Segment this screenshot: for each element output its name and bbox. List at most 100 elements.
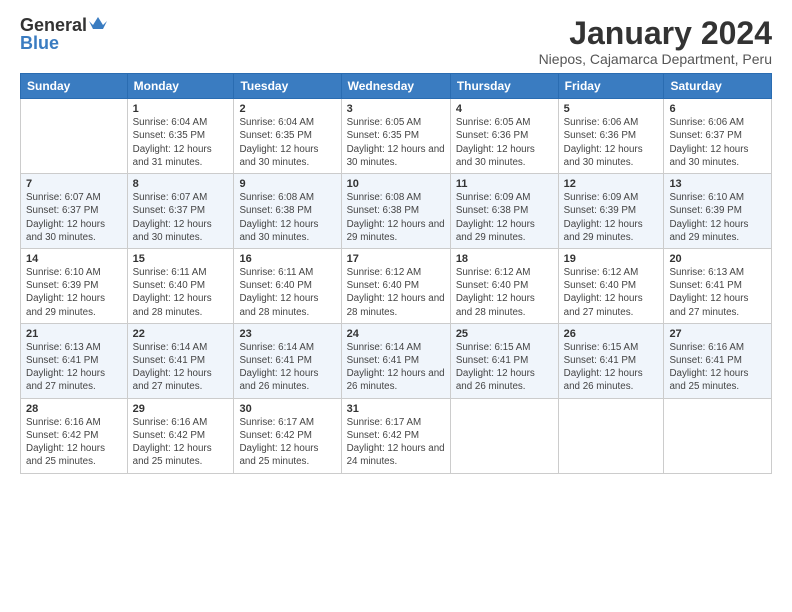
table-row bbox=[558, 398, 664, 473]
day-info: Sunrise: 6:12 AM Sunset: 6:40 PM Dayligh… bbox=[456, 266, 553, 319]
page: General Blue January 2024 Niepos, Cajama… bbox=[0, 0, 792, 612]
sunrise-text: Sunrise: 6:12 AM bbox=[456, 266, 553, 279]
table-row: 21 Sunrise: 6:13 AM Sunset: 6:41 PM Dayl… bbox=[21, 323, 128, 398]
table-row: 12 Sunrise: 6:09 AM Sunset: 6:39 PM Dayl… bbox=[558, 174, 664, 249]
day-info: Sunrise: 6:08 AM Sunset: 6:38 PM Dayligh… bbox=[347, 191, 445, 244]
table-row: 20 Sunrise: 6:13 AM Sunset: 6:41 PM Dayl… bbox=[664, 248, 772, 323]
day-number: 29 bbox=[133, 403, 229, 415]
day-number: 31 bbox=[347, 403, 445, 415]
day-number: 27 bbox=[669, 328, 766, 340]
day-info: Sunrise: 6:16 AM Sunset: 6:42 PM Dayligh… bbox=[133, 416, 229, 469]
day-number: 28 bbox=[26, 403, 122, 415]
day-number: 2 bbox=[239, 103, 335, 115]
day-number: 7 bbox=[26, 178, 122, 190]
table-row: 7 Sunrise: 6:07 AM Sunset: 6:37 PM Dayli… bbox=[21, 174, 128, 249]
sunrise-text: Sunrise: 6:13 AM bbox=[669, 266, 766, 279]
day-number: 9 bbox=[239, 178, 335, 190]
calendar-week-row: 7 Sunrise: 6:07 AM Sunset: 6:37 PM Dayli… bbox=[21, 174, 772, 249]
table-row: 14 Sunrise: 6:10 AM Sunset: 6:39 PM Dayl… bbox=[21, 248, 128, 323]
sunset-text: Sunset: 6:38 PM bbox=[239, 204, 335, 217]
table-row: 22 Sunrise: 6:14 AM Sunset: 6:41 PM Dayl… bbox=[127, 323, 234, 398]
table-row: 4 Sunrise: 6:05 AM Sunset: 6:36 PM Dayli… bbox=[450, 99, 558, 174]
sunrise-text: Sunrise: 6:12 AM bbox=[347, 266, 445, 279]
day-info: Sunrise: 6:05 AM Sunset: 6:36 PM Dayligh… bbox=[456, 116, 553, 169]
table-row: 8 Sunrise: 6:07 AM Sunset: 6:37 PM Dayli… bbox=[127, 174, 234, 249]
day-number: 6 bbox=[669, 103, 766, 115]
daylight-text: Daylight: 12 hours and 27 minutes. bbox=[669, 292, 766, 318]
day-number: 22 bbox=[133, 328, 229, 340]
sunrise-text: Sunrise: 6:14 AM bbox=[133, 341, 229, 354]
day-number: 23 bbox=[239, 328, 335, 340]
sunrise-text: Sunrise: 6:06 AM bbox=[564, 116, 659, 129]
sunset-text: Sunset: 6:38 PM bbox=[347, 204, 445, 217]
header-wednesday: Wednesday bbox=[341, 74, 450, 99]
sunset-text: Sunset: 6:37 PM bbox=[133, 204, 229, 217]
sunset-text: Sunset: 6:38 PM bbox=[456, 204, 553, 217]
daylight-text: Daylight: 12 hours and 27 minutes. bbox=[133, 367, 229, 393]
daylight-text: Daylight: 12 hours and 30 minutes. bbox=[239, 218, 335, 244]
day-info: Sunrise: 6:07 AM Sunset: 6:37 PM Dayligh… bbox=[133, 191, 229, 244]
day-info: Sunrise: 6:05 AM Sunset: 6:35 PM Dayligh… bbox=[347, 116, 445, 169]
sunrise-text: Sunrise: 6:10 AM bbox=[26, 266, 122, 279]
day-info: Sunrise: 6:13 AM Sunset: 6:41 PM Dayligh… bbox=[669, 266, 766, 319]
table-row: 13 Sunrise: 6:10 AM Sunset: 6:39 PM Dayl… bbox=[664, 174, 772, 249]
day-info: Sunrise: 6:14 AM Sunset: 6:41 PM Dayligh… bbox=[239, 341, 335, 394]
day-info: Sunrise: 6:04 AM Sunset: 6:35 PM Dayligh… bbox=[133, 116, 229, 169]
calendar-title: January 2024 bbox=[539, 16, 772, 51]
sunset-text: Sunset: 6:39 PM bbox=[564, 204, 659, 217]
daylight-text: Daylight: 12 hours and 27 minutes. bbox=[26, 367, 122, 393]
table-row: 17 Sunrise: 6:12 AM Sunset: 6:40 PM Dayl… bbox=[341, 248, 450, 323]
table-row: 9 Sunrise: 6:08 AM Sunset: 6:38 PM Dayli… bbox=[234, 174, 341, 249]
day-info: Sunrise: 6:08 AM Sunset: 6:38 PM Dayligh… bbox=[239, 191, 335, 244]
day-info: Sunrise: 6:10 AM Sunset: 6:39 PM Dayligh… bbox=[26, 266, 122, 319]
calendar-week-row: 28 Sunrise: 6:16 AM Sunset: 6:42 PM Dayl… bbox=[21, 398, 772, 473]
day-number: 16 bbox=[239, 253, 335, 265]
sunrise-text: Sunrise: 6:05 AM bbox=[347, 116, 445, 129]
sunrise-text: Sunrise: 6:12 AM bbox=[564, 266, 659, 279]
sunrise-text: Sunrise: 6:08 AM bbox=[239, 191, 335, 204]
daylight-text: Daylight: 12 hours and 31 minutes. bbox=[133, 143, 229, 169]
table-row: 25 Sunrise: 6:15 AM Sunset: 6:41 PM Dayl… bbox=[450, 323, 558, 398]
daylight-text: Daylight: 12 hours and 25 minutes. bbox=[133, 442, 229, 468]
day-number: 25 bbox=[456, 328, 553, 340]
daylight-text: Daylight: 12 hours and 30 minutes. bbox=[133, 218, 229, 244]
sunrise-text: Sunrise: 6:14 AM bbox=[347, 341, 445, 354]
table-row bbox=[450, 398, 558, 473]
daylight-text: Daylight: 12 hours and 28 minutes. bbox=[456, 292, 553, 318]
day-info: Sunrise: 6:09 AM Sunset: 6:38 PM Dayligh… bbox=[456, 191, 553, 244]
header-saturday: Saturday bbox=[664, 74, 772, 99]
daylight-text: Daylight: 12 hours and 29 minutes. bbox=[347, 218, 445, 244]
sunset-text: Sunset: 6:35 PM bbox=[133, 129, 229, 142]
daylight-text: Daylight: 12 hours and 30 minutes. bbox=[26, 218, 122, 244]
table-row: 24 Sunrise: 6:14 AM Sunset: 6:41 PM Dayl… bbox=[341, 323, 450, 398]
day-number: 11 bbox=[456, 178, 553, 190]
daylight-text: Daylight: 12 hours and 25 minutes. bbox=[26, 442, 122, 468]
daylight-text: Daylight: 12 hours and 28 minutes. bbox=[347, 292, 445, 318]
sunset-text: Sunset: 6:41 PM bbox=[456, 354, 553, 367]
header-friday: Friday bbox=[558, 74, 664, 99]
sunrise-text: Sunrise: 6:09 AM bbox=[564, 191, 659, 204]
table-row: 10 Sunrise: 6:08 AM Sunset: 6:38 PM Dayl… bbox=[341, 174, 450, 249]
table-row: 19 Sunrise: 6:12 AM Sunset: 6:40 PM Dayl… bbox=[558, 248, 664, 323]
day-info: Sunrise: 6:16 AM Sunset: 6:41 PM Dayligh… bbox=[669, 341, 766, 394]
sunset-text: Sunset: 6:42 PM bbox=[26, 429, 122, 442]
table-row: 31 Sunrise: 6:17 AM Sunset: 6:42 PM Dayl… bbox=[341, 398, 450, 473]
calendar-subtitle: Niepos, Cajamarca Department, Peru bbox=[539, 51, 772, 67]
sunset-text: Sunset: 6:35 PM bbox=[347, 129, 445, 142]
daylight-text: Daylight: 12 hours and 30 minutes. bbox=[239, 143, 335, 169]
sunset-text: Sunset: 6:41 PM bbox=[669, 354, 766, 367]
sunrise-text: Sunrise: 6:07 AM bbox=[26, 191, 122, 204]
daylight-text: Daylight: 12 hours and 29 minutes. bbox=[26, 292, 122, 318]
sunset-text: Sunset: 6:40 PM bbox=[347, 279, 445, 292]
sunset-text: Sunset: 6:42 PM bbox=[239, 429, 335, 442]
day-info: Sunrise: 6:10 AM Sunset: 6:39 PM Dayligh… bbox=[669, 191, 766, 244]
table-row: 11 Sunrise: 6:09 AM Sunset: 6:38 PM Dayl… bbox=[450, 174, 558, 249]
day-info: Sunrise: 6:09 AM Sunset: 6:39 PM Dayligh… bbox=[564, 191, 659, 244]
day-number: 10 bbox=[347, 178, 445, 190]
sunset-text: Sunset: 6:36 PM bbox=[564, 129, 659, 142]
sunset-text: Sunset: 6:40 PM bbox=[239, 279, 335, 292]
daylight-text: Daylight: 12 hours and 29 minutes. bbox=[456, 218, 553, 244]
daylight-text: Daylight: 12 hours and 26 minutes. bbox=[347, 367, 445, 393]
sunrise-text: Sunrise: 6:11 AM bbox=[133, 266, 229, 279]
daylight-text: Daylight: 12 hours and 28 minutes. bbox=[239, 292, 335, 318]
